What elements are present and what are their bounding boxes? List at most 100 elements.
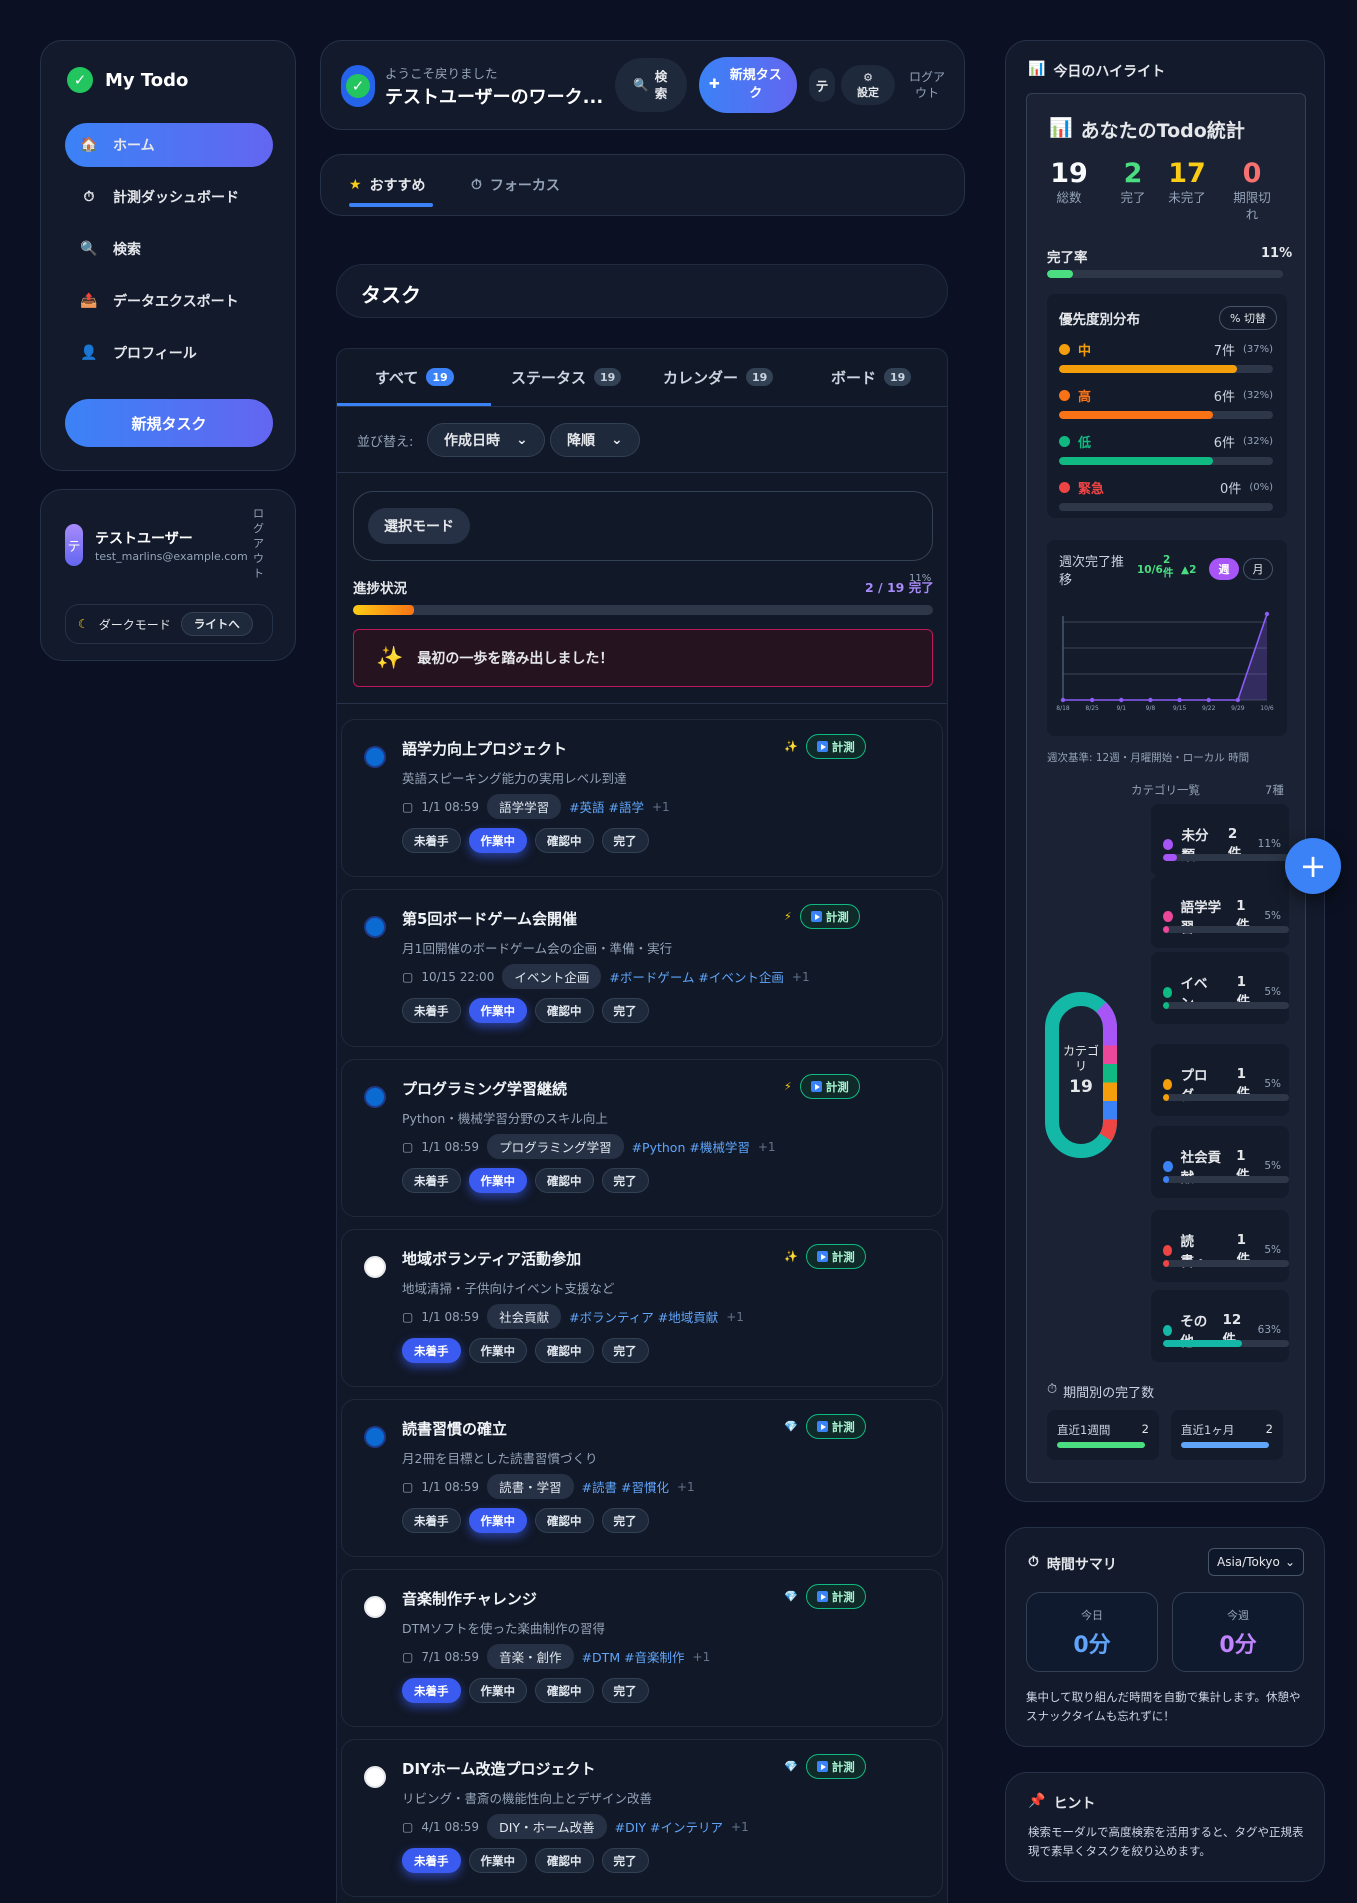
status-button[interactable]: 完了	[601, 998, 649, 1023]
settings-button[interactable]: ⚙ 設定	[841, 65, 895, 105]
status-button[interactable]: 完了	[601, 828, 649, 853]
category-badge[interactable]: 社会貢献	[487, 1304, 562, 1329]
measure-button[interactable]: 計測	[805, 1244, 866, 1269]
status-button[interactable]: 作業中	[468, 1168, 527, 1193]
task-tags[interactable]: #ボランティア #地域貢献	[569, 1307, 718, 1326]
measure-button[interactable]: 計測	[805, 1754, 866, 1779]
status-button[interactable]: 作業中	[468, 828, 527, 853]
category-item[interactable]: 読書・...1件5%	[1151, 1210, 1289, 1282]
task-title[interactable]: プログラミング学習継続	[402, 1078, 567, 1099]
status-button[interactable]: 確認中	[535, 1508, 594, 1533]
status-button[interactable]: 作業中	[468, 1338, 527, 1363]
category-item[interactable]: 未分類2件11%	[1151, 804, 1289, 876]
task-tags[interactable]: #DIY #インテリア	[615, 1817, 723, 1836]
task-title[interactable]: 語学力向上プロジェクト	[402, 738, 567, 759]
task-card[interactable]: 読書習慣の確立 💎 計測 月2冊を目標とした読書習慣づくり ▢ 1/1 08:5…	[341, 1399, 943, 1557]
status-button[interactable]: 未着手	[402, 998, 461, 1023]
category-badge[interactable]: DIY・ホーム改善	[487, 1814, 607, 1839]
category-badge[interactable]: イベント企画	[502, 964, 602, 989]
task-complete-checkbox[interactable]	[364, 1596, 386, 1618]
task-complete-checkbox[interactable]	[364, 1086, 386, 1108]
status-button[interactable]: 確認中	[535, 998, 594, 1023]
sidebar-item-profile[interactable]: 👤 プロフィール	[65, 331, 273, 375]
task-tags[interactable]: #ボードゲーム #イベント企画	[609, 967, 784, 986]
status-button[interactable]: 未着手	[402, 1678, 461, 1703]
percent-toggle-button[interactable]: % 切替	[1219, 306, 1277, 330]
status-button[interactable]: 作業中	[468, 1848, 527, 1873]
task-card[interactable]: 第5回ボードゲーム会開催 ⚡ 計測 月1回開催のボードゲーム会の企画・準備・実行…	[341, 889, 943, 1047]
status-button[interactable]: 未着手	[402, 1848, 461, 1873]
category-badge[interactable]: 読書・学習	[487, 1474, 574, 1499]
status-button[interactable]: 作業中	[468, 1508, 527, 1533]
status-button[interactable]: 完了	[601, 1168, 649, 1193]
avatar[interactable]: テ	[65, 524, 83, 566]
status-button[interactable]: 完了	[601, 1338, 649, 1363]
task-title[interactable]: 第5回ボードゲーム会開催	[402, 908, 577, 929]
sidebar-item-dashboard[interactable]: ⏱ 計測ダッシュボード	[65, 175, 273, 219]
measure-button[interactable]: 計測	[805, 1414, 866, 1439]
sort-field-select[interactable]: 作成日時 ⌄	[427, 423, 545, 457]
status-button[interactable]: 完了	[601, 1508, 649, 1533]
task-card[interactable]: DIYホーム改造プロジェクト 💎 計測 リビング・書斎の機能性向上とデザイン改善…	[341, 1739, 943, 1897]
category-badge[interactable]: 音楽・創作	[487, 1644, 574, 1669]
status-button[interactable]: 完了	[601, 1678, 649, 1703]
tab-calendar[interactable]: カレンダー 19	[663, 349, 774, 405]
status-button[interactable]: 作業中	[468, 998, 527, 1023]
sidebar-item-search[interactable]: 🔍 検索	[65, 227, 273, 271]
select-mode-button[interactable]: 選択モード	[368, 508, 470, 544]
task-card[interactable]: 語学力向上プロジェクト ✨ 計測 英語スピーキング能力の実用レベル到達 ▢ 1/…	[341, 719, 943, 877]
search-button[interactable]: 🔍 検索	[615, 58, 687, 112]
status-button[interactable]: 未着手	[402, 828, 461, 853]
status-button[interactable]: 完了	[601, 1848, 649, 1873]
category-badge[interactable]: 語学学習	[487, 794, 562, 819]
status-button[interactable]: 確認中	[535, 1848, 594, 1873]
status-button[interactable]: 確認中	[535, 1338, 594, 1363]
task-tags[interactable]: #英語 #語学	[569, 797, 644, 816]
category-item[interactable]: 社会貢献1件5%	[1151, 1126, 1289, 1198]
category-item[interactable]: プログ...1件5%	[1151, 1044, 1289, 1116]
sidebar-item-export[interactable]: 📤 データエクスポート	[65, 279, 273, 323]
task-title[interactable]: DIYホーム改造プロジェクト	[402, 1758, 595, 1779]
tab-board[interactable]: ボード 19	[831, 349, 912, 405]
measure-button[interactable]: 計測	[799, 904, 860, 929]
measure-button[interactable]: 計測	[805, 734, 866, 759]
timezone-select[interactable]: Asia/Tokyo ⌄	[1208, 1548, 1304, 1576]
tab-focus[interactable]: ⏱ フォーカス	[471, 155, 560, 215]
tab-all[interactable]: すべて 19	[375, 349, 454, 405]
add-task-fab[interactable]: +	[1285, 838, 1341, 894]
new-task-button[interactable]: 新規タスク	[65, 399, 273, 447]
task-tags[interactable]: #Python #機械学習	[632, 1137, 750, 1156]
week-toggle-button[interactable]: 週	[1209, 558, 1239, 580]
measure-button[interactable]: 計測	[799, 1074, 860, 1099]
sort-order-select[interactable]: 降順 ⌄	[550, 423, 640, 457]
status-button[interactable]: 確認中	[535, 1678, 594, 1703]
task-complete-checkbox[interactable]	[364, 1256, 386, 1278]
task-card[interactable]: プログラミング学習継続 ⚡ 計測 Python・機械学習分野のスキル向上 ▢ 1…	[341, 1059, 943, 1217]
user-avatar-button[interactable]: テ	[809, 68, 835, 102]
task-card[interactable]: 地域ボランティア活動参加 ✨ 計測 地域清掃・子供向けイベント支援など ▢ 1/…	[341, 1229, 943, 1387]
task-title[interactable]: 地域ボランティア活動参加	[402, 1248, 581, 1269]
task-card[interactable]: 音楽制作チャレンジ 💎 計測 DTMソフトを使った楽曲制作の習得 ▢ 7/1 0…	[341, 1569, 943, 1727]
category-item[interactable]: その他12件63%	[1151, 1290, 1289, 1362]
task-complete-checkbox[interactable]	[364, 1766, 386, 1788]
new-task-header-button[interactable]: ✚ 新規タスク	[699, 57, 797, 113]
measure-button[interactable]: 計測	[805, 1584, 866, 1609]
category-item[interactable]: 語学学習1件5%	[1151, 876, 1289, 948]
task-complete-checkbox[interactable]	[364, 916, 386, 938]
task-title[interactable]: 読書習慣の確立	[402, 1418, 507, 1439]
logout-link[interactable]: ログアウト	[253, 506, 267, 581]
category-badge[interactable]: プログラミング学習	[487, 1134, 624, 1159]
status-button[interactable]: 未着手	[402, 1168, 461, 1193]
status-button[interactable]: 確認中	[535, 1168, 594, 1193]
task-tags[interactable]: #読書 #習慣化	[582, 1477, 669, 1496]
brand[interactable]: ✓ My Todo	[67, 67, 188, 93]
status-button[interactable]: 未着手	[402, 1508, 461, 1533]
sidebar-item-home[interactable]: 🏠 ホーム	[65, 123, 273, 167]
task-title[interactable]: 音楽制作チャレンジ	[402, 1588, 537, 1609]
status-button[interactable]: 未着手	[402, 1338, 461, 1363]
category-item[interactable]: イベン...1件5%	[1151, 952, 1289, 1024]
task-complete-checkbox[interactable]	[364, 746, 386, 768]
tab-status[interactable]: ステータス 19	[511, 349, 622, 405]
month-toggle-button[interactable]: 月	[1243, 558, 1273, 580]
light-mode-button[interactable]: ライトへ	[180, 612, 253, 636]
